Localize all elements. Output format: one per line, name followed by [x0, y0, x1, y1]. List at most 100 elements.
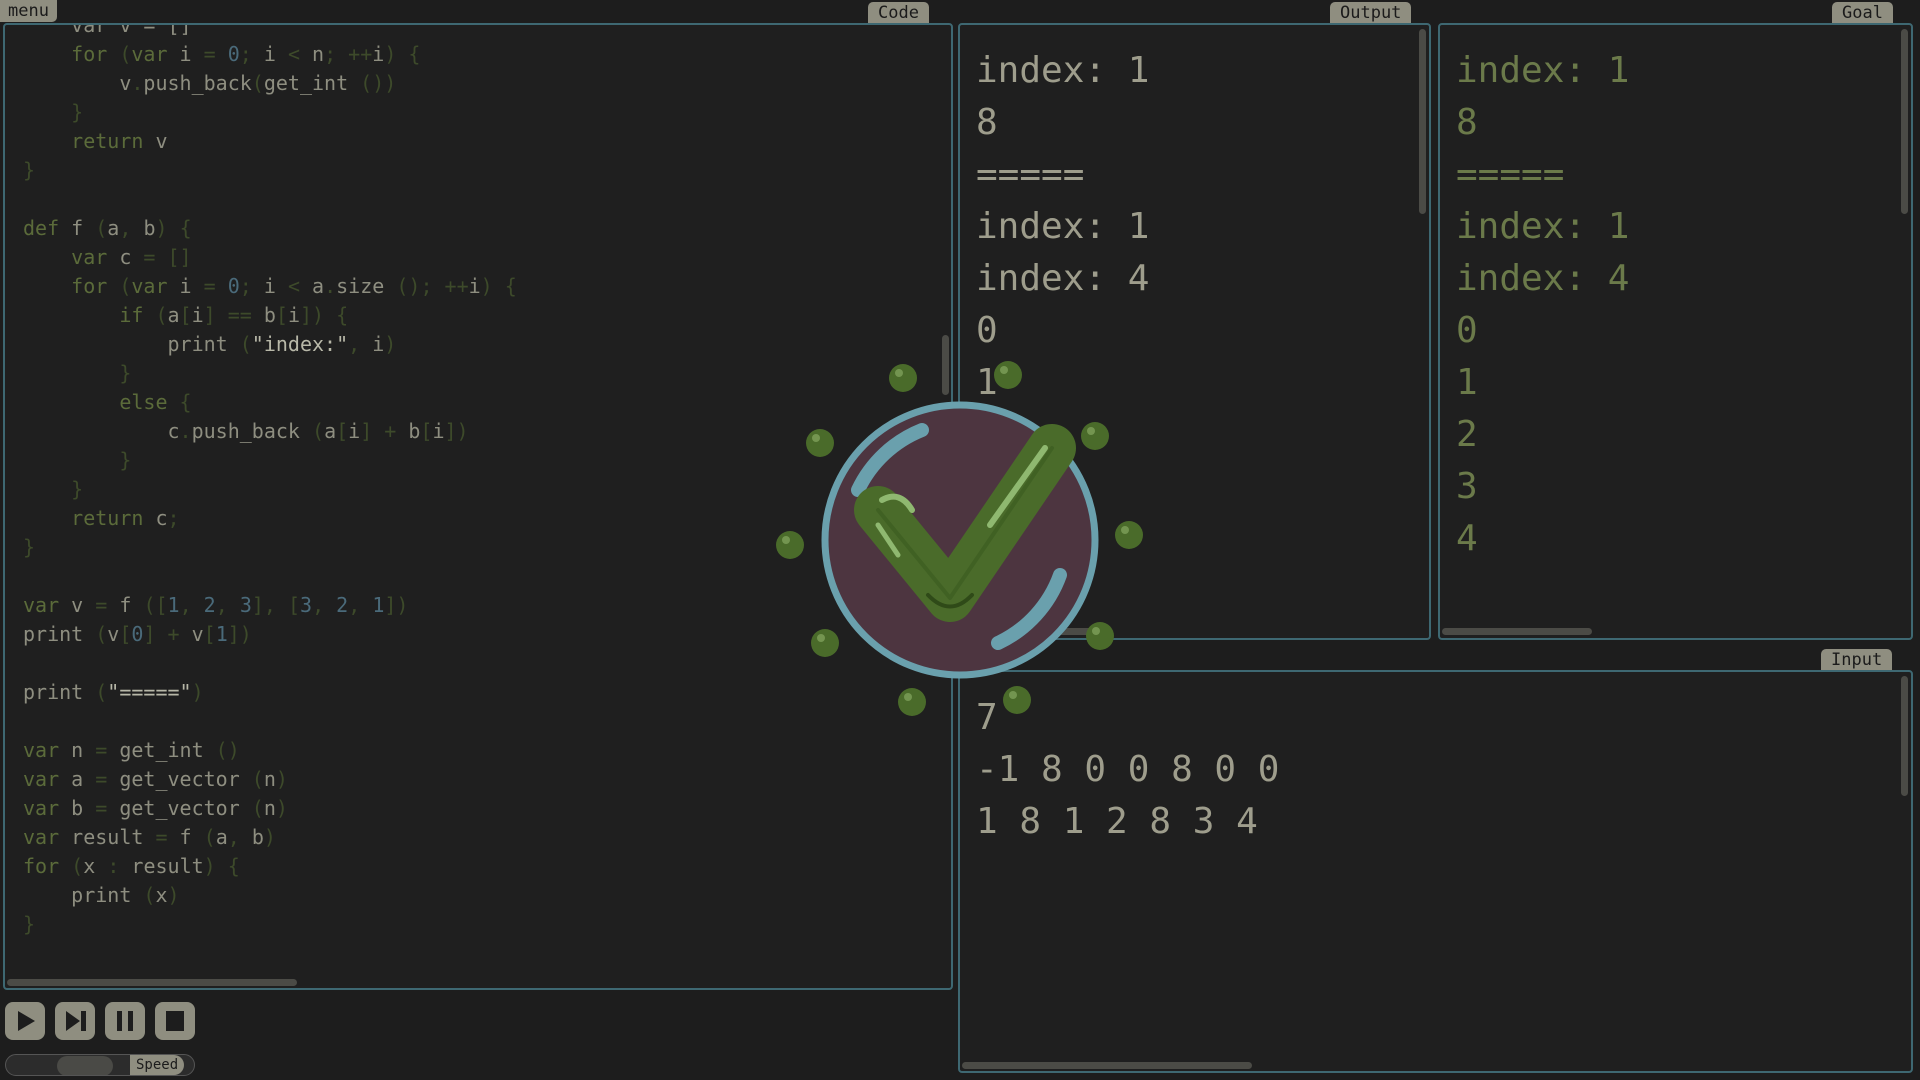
- step-button[interactable]: [55, 1002, 95, 1040]
- code-token: ) {: [203, 854, 240, 878]
- code-token: var v = []: [23, 23, 192, 37]
- stop-icon: [166, 1011, 184, 1031]
- output-line: =====: [976, 154, 1085, 195]
- code-token: [: [420, 419, 433, 443]
- code-token: ,: [312, 593, 337, 617]
- code-line: var c = []: [23, 243, 517, 272]
- code-line: var v = []: [23, 23, 517, 40]
- stop-button[interactable]: [155, 1002, 195, 1040]
- goal-line: 1: [1456, 362, 1478, 403]
- code-token: =: [95, 593, 120, 617]
- code-token: (: [312, 419, 325, 443]
- speed-slider-handle[interactable]: [57, 1056, 113, 1075]
- code-token: 1: [167, 593, 180, 617]
- code-token: ;: [167, 506, 180, 530]
- code-token: 1: [215, 622, 228, 646]
- code-text[interactable]: var v = [] for (var i = 0; i < n; ++i) {…: [5, 23, 517, 939]
- code-token: ,: [179, 593, 204, 617]
- code-token: (: [251, 767, 264, 791]
- code-token: var: [23, 825, 60, 849]
- goal-horizontal-scrollbar[interactable]: [1442, 628, 1592, 635]
- code-line: print (x): [23, 881, 517, 910]
- input-vertical-scrollbar[interactable]: [1901, 676, 1908, 796]
- code-token: {: [167, 390, 192, 414]
- code-token: i: [372, 42, 385, 66]
- code-token: get_int: [263, 71, 361, 95]
- code-line: }: [23, 533, 517, 562]
- play-button[interactable]: [5, 1002, 45, 1040]
- code-token: (: [119, 42, 132, 66]
- code-token: }: [23, 535, 36, 559]
- code-token: v: [59, 593, 96, 617]
- output-line: index: 4: [976, 258, 1150, 299]
- code-token: (: [95, 680, 108, 704]
- code-token: (: [143, 883, 156, 907]
- code-token: }: [23, 100, 84, 124]
- output-panel-tab: Output: [1330, 2, 1412, 24]
- code-token: if: [23, 303, 156, 327]
- code-token: for: [23, 854, 72, 878]
- code-token: a: [324, 419, 337, 443]
- code-token: 0: [227, 274, 240, 298]
- code-token: 2: [203, 593, 216, 617]
- code-token: (: [203, 825, 216, 849]
- code-token: 3: [300, 593, 313, 617]
- code-line: def f (a, b) {: [23, 214, 517, 243]
- input-horizontal-scrollbar[interactable]: [962, 1062, 1252, 1069]
- code-token: f: [59, 216, 96, 240]
- input-panel[interactable]: 7 -1 8 0 0 8 0 01 8 1 2 8 3 4: [958, 670, 1913, 1073]
- goal-line: 4: [1456, 518, 1478, 559]
- code-line: for (var i = 0; i < a.size (); ++i) {: [23, 272, 517, 301]
- menu-button[interactable]: menu: [0, 0, 57, 22]
- output-vertical-scrollbar[interactable]: [1419, 29, 1426, 214]
- code-token: =: [95, 738, 120, 762]
- code-line: return v: [23, 127, 517, 156]
- code-horizontal-scrollbar[interactable]: [7, 979, 297, 986]
- code-token: i: [191, 303, 204, 327]
- code-token: }: [23, 477, 84, 501]
- code-token: <: [287, 274, 313, 298]
- input-panel-tab: Input: [1821, 649, 1893, 671]
- output-line: 8: [976, 102, 998, 143]
- code-token: c: [23, 419, 180, 443]
- code-token: ;: [239, 274, 264, 298]
- code-token: i: [468, 274, 481, 298]
- code-token: b: [251, 825, 264, 849]
- pause-button[interactable]: [105, 1002, 145, 1040]
- code-token: [: [203, 622, 216, 646]
- code-token: push_back: [143, 71, 252, 95]
- code-token: f: [179, 825, 204, 849]
- goal-line: 2: [1456, 414, 1478, 455]
- code-line: }: [23, 359, 517, 388]
- code-line: }: [23, 446, 517, 475]
- code-token: }: [23, 361, 132, 385]
- code-token: i: [263, 42, 288, 66]
- code-token: [: [119, 622, 132, 646]
- code-token: var: [131, 274, 168, 298]
- code-token: print: [23, 332, 240, 356]
- code-token: i: [167, 274, 204, 298]
- code-token: else: [23, 390, 168, 414]
- code-token: ]): [444, 419, 469, 443]
- code-line: v.push_back(get_int ()): [23, 69, 517, 98]
- goal-vertical-scrollbar[interactable]: [1901, 29, 1908, 214]
- code-token: 2: [336, 593, 349, 617]
- code-token: (: [239, 332, 252, 356]
- code-token: .: [131, 71, 144, 95]
- code-token: 3: [239, 593, 252, 617]
- code-token: ], [: [251, 593, 301, 617]
- code-token: var: [23, 593, 60, 617]
- code-token: x: [155, 883, 168, 907]
- code-token: ): [384, 332, 397, 356]
- code-token: 0: [227, 42, 240, 66]
- code-token: 0: [131, 622, 144, 646]
- code-token: print: [23, 680, 96, 704]
- code-token: (: [251, 796, 264, 820]
- goal-line: index: 1: [1456, 50, 1630, 91]
- code-token: ,: [227, 825, 252, 849]
- code-line: for (x : result) {: [23, 852, 517, 881]
- code-line: }: [23, 156, 517, 185]
